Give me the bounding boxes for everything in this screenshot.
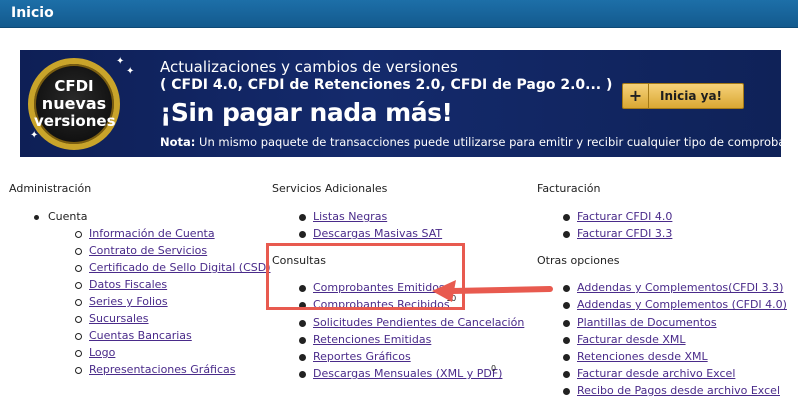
link-facturar-desde-excel[interactable]: Facturar desde archivo Excel (562, 367, 735, 380)
start-now-label: Inicia ya! (660, 89, 723, 103)
link-retenciones-emitidas[interactable]: Retenciones Emitidas (298, 333, 431, 346)
link-addendas-cfdi-33[interactable]: Addendas y Complementos(CFDI 3.3) (562, 281, 783, 294)
section-title-facturacion: Facturación (537, 182, 601, 195)
link-representaciones-graficas[interactable]: Representaciones Gráficas (75, 363, 236, 376)
top-bar: Inicio (0, 0, 798, 28)
banner-line-1: Actualizaciones y cambios de versiones (160, 58, 458, 76)
link-retenciones-desde-xml[interactable]: Retenciones desde XML (563, 350, 708, 363)
banner-line-2: ( CFDI 4.0, CFDI de Retenciones 2.0, CFD… (160, 77, 613, 93)
promo-banner[interactable]: CFDI nuevas versiones ✦ ✦ ✦ Actualizacio… (20, 50, 781, 157)
link-datos-fiscales[interactable]: Datos Fiscales (74, 278, 167, 291)
link-facturar-cfdi-40[interactable]: Facturar CFDI 4.0 (562, 210, 672, 223)
pointer-arrow-icon (432, 280, 553, 302)
start-now-button[interactable]: + Inicia ya! (622, 83, 744, 109)
sparkle-icon: ✦ (30, 130, 39, 141)
link-sucursales[interactable]: Sucursales (75, 312, 149, 325)
link-contrato-servicios[interactable]: Contrato de Servicios (74, 244, 207, 257)
link-plantillas-documentos[interactable]: Plantillas de Documentos (563, 316, 717, 329)
link-certificado-csd[interactable]: Certificado de Sello Digital (CSD) (75, 261, 271, 274)
link-informacion-cuenta[interactable]: Información de Cuenta (75, 227, 215, 240)
page-title: Inicio (11, 5, 54, 21)
banner-headline: ¡Sin pagar nada más! (160, 98, 453, 127)
descargas-count-badge: 0 (491, 364, 497, 373)
link-recibo-pagos-excel[interactable]: Recibo de Pagos desde archivo Excel (563, 384, 780, 397)
banner-note: Nota: Un mismo paquete de transacciones … (160, 135, 781, 149)
link-solicitudes-cancelacion[interactable]: Solicitudes Pendientes de Cancelación (298, 316, 524, 329)
plus-icon: + (623, 84, 649, 108)
section-title-administracion: Administración (9, 182, 92, 195)
section-title-otras-opciones: Otras opciones (537, 254, 620, 267)
group-cuenta: Cuenta (33, 210, 88, 223)
new-versions-badge: CFDI nuevas versiones (28, 58, 120, 150)
link-reportes-graficos[interactable]: Reportes Gráficos (299, 350, 411, 363)
sparkle-icon: ✦ (116, 56, 125, 67)
link-facturar-desde-xml[interactable]: Facturar desde XML (563, 333, 686, 346)
link-descargas-mensuales[interactable]: Descargas Mensuales (XML y PDF) (298, 367, 502, 380)
sparkle-icon: ✦ (126, 66, 135, 77)
link-series-folios[interactable]: Series y Folios (75, 295, 168, 308)
link-facturar-cfdi-33[interactable]: Facturar CFDI 3.3 (562, 227, 672, 240)
link-cuentas-bancarias[interactable]: Cuentas Bancarias (75, 329, 192, 342)
section-title-servicios: Servicios Adicionales (272, 182, 388, 195)
link-listas-negras[interactable]: Listas Negras (298, 210, 387, 223)
link-descargas-masivas-sat[interactable]: Descargas Masivas SAT (298, 227, 442, 240)
link-addendas-cfdi-40[interactable]: Addendas y Complementos (CFDI 4.0) (563, 298, 787, 311)
link-logo[interactable]: Logo (74, 346, 115, 359)
